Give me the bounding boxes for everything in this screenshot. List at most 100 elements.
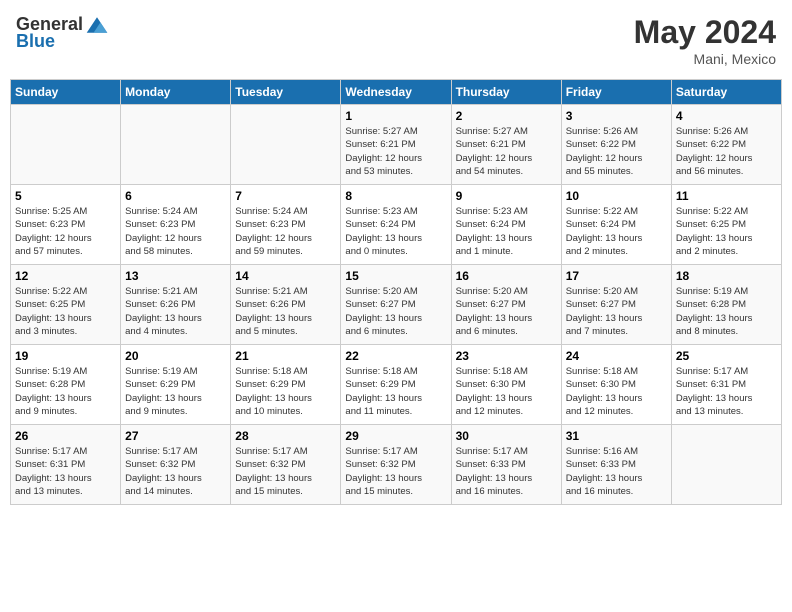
table-row: 15 Sunrise: 5:20 AMSunset: 6:27 PMDayligh… <box>341 265 451 345</box>
day-info: Sunrise: 5:23 AMSunset: 6:24 PMDaylight:… <box>345 205 446 258</box>
day-number: 14 <box>235 269 336 283</box>
day-info: Sunrise: 5:17 AMSunset: 6:31 PMDaylight:… <box>676 365 777 418</box>
table-row: 30 Sunrise: 5:17 AMSunset: 6:33 PMDayligh… <box>451 425 561 505</box>
day-number: 17 <box>566 269 667 283</box>
table-row <box>231 105 341 185</box>
title-block: May 2024 Mani, Mexico <box>634 14 776 67</box>
day-number: 8 <box>345 189 446 203</box>
day-number: 28 <box>235 429 336 443</box>
day-info: Sunrise: 5:20 AMSunset: 6:27 PMDaylight:… <box>456 285 557 338</box>
day-number: 23 <box>456 349 557 363</box>
table-row: 20 Sunrise: 5:19 AMSunset: 6:29 PMDayligh… <box>121 345 231 425</box>
day-info: Sunrise: 5:18 AMSunset: 6:29 PMDaylight:… <box>235 365 336 418</box>
table-row: 24 Sunrise: 5:18 AMSunset: 6:30 PMDayligh… <box>561 345 671 425</box>
calendar-header: Sunday Monday Tuesday Wednesday Thursday… <box>11 80 782 105</box>
table-row: 5 Sunrise: 5:25 AMSunset: 6:23 PMDaylight… <box>11 185 121 265</box>
day-info: Sunrise: 5:24 AMSunset: 6:23 PMDaylight:… <box>125 205 226 258</box>
header-tuesday: Tuesday <box>231 80 341 105</box>
table-row <box>11 105 121 185</box>
table-row: 14Sunrise: 5:21 AMSunset: 6:26 PMDayligh… <box>231 265 341 345</box>
day-info: Sunrise: 5:17 AMSunset: 6:32 PMDaylight:… <box>235 445 336 498</box>
weekday-header-row: Sunday Monday Tuesday Wednesday Thursday… <box>11 80 782 105</box>
table-row: 29 Sunrise: 5:17 AMSunset: 6:32 PMDayligh… <box>341 425 451 505</box>
table-row: 28 Sunrise: 5:17 AMSunset: 6:32 PMDayligh… <box>231 425 341 505</box>
day-number: 24 <box>566 349 667 363</box>
table-row: 7Sunrise: 5:24 AMSunset: 6:23 PMDaylight… <box>231 185 341 265</box>
day-info: Sunrise: 5:17 AMSunset: 6:32 PMDaylight:… <box>345 445 446 498</box>
table-row: 23 Sunrise: 5:18 AMSunset: 6:30 PMDayligh… <box>451 345 561 425</box>
day-info: Sunrise: 5:19 AMSunset: 6:29 PMDaylight:… <box>125 365 226 418</box>
table-row: 1Sunrise: 5:27 AMSunset: 6:21 PMDaylight… <box>341 105 451 185</box>
day-info: Sunrise: 5:16 AMSunset: 6:33 PMDaylight:… <box>566 445 667 498</box>
day-info: Sunrise: 5:26 AMSunset: 6:22 PMDaylight:… <box>676 125 777 178</box>
day-info: Sunrise: 5:19 AMSunset: 6:28 PMDaylight:… <box>676 285 777 338</box>
day-number: 31 <box>566 429 667 443</box>
table-row <box>671 425 781 505</box>
calendar-week-row: 12Sunrise: 5:22 AMSunset: 6:25 PMDayligh… <box>11 265 782 345</box>
table-row: 27 Sunrise: 5:17 AMSunset: 6:32 PMDayligh… <box>121 425 231 505</box>
day-number: 26 <box>15 429 116 443</box>
day-number: 6 <box>125 189 226 203</box>
day-info: Sunrise: 5:20 AMSunset: 6:27 PMDaylight:… <box>345 285 446 338</box>
day-info: Sunrise: 5:18 AMSunset: 6:30 PMDaylight:… <box>566 365 667 418</box>
day-number: 20 <box>125 349 226 363</box>
calendar-week-row: 1Sunrise: 5:27 AMSunset: 6:21 PMDaylight… <box>11 105 782 185</box>
day-number: 30 <box>456 429 557 443</box>
day-info: Sunrise: 5:20 AMSunset: 6:27 PMDaylight:… <box>566 285 667 338</box>
day-info: Sunrise: 5:22 AMSunset: 6:24 PMDaylight:… <box>566 205 667 258</box>
day-number: 25 <box>676 349 777 363</box>
header-wednesday: Wednesday <box>341 80 451 105</box>
day-number: 2 <box>456 109 557 123</box>
day-number: 3 <box>566 109 667 123</box>
calendar-body: 1Sunrise: 5:27 AMSunset: 6:21 PMDaylight… <box>11 105 782 505</box>
table-row: 18 Sunrise: 5:19 AMSunset: 6:28 PMDayligh… <box>671 265 781 345</box>
day-number: 7 <box>235 189 336 203</box>
day-info: Sunrise: 5:17 AMSunset: 6:33 PMDaylight:… <box>456 445 557 498</box>
day-info: Sunrise: 5:18 AMSunset: 6:29 PMDaylight:… <box>345 365 446 418</box>
day-number: 15 <box>345 269 446 283</box>
calendar-week-row: 5 Sunrise: 5:25 AMSunset: 6:23 PMDaylight… <box>11 185 782 265</box>
day-info: Sunrise: 5:22 AMSunset: 6:25 PMDaylight:… <box>676 205 777 258</box>
day-info: Sunrise: 5:17 AMSunset: 6:32 PMDaylight:… <box>125 445 226 498</box>
logo-blue: Blue <box>16 31 55 52</box>
table-row: 22 Sunrise: 5:18 AMSunset: 6:29 PMDayligh… <box>341 345 451 425</box>
logo: General Blue <box>16 14 109 52</box>
day-info: Sunrise: 5:25 AMSunset: 6:23 PMDaylight:… <box>15 205 116 258</box>
day-info: Sunrise: 5:18 AMSunset: 6:30 PMDaylight:… <box>456 365 557 418</box>
day-info: Sunrise: 5:26 AMSunset: 6:22 PMDaylight:… <box>566 125 667 178</box>
header-sunday: Sunday <box>11 80 121 105</box>
calendar-week-row: 26 Sunrise: 5:17 AMSunset: 6:31 PMDayligh… <box>11 425 782 505</box>
table-row: 11Sunrise: 5:22 AMSunset: 6:25 PMDayligh… <box>671 185 781 265</box>
day-number: 5 <box>15 189 116 203</box>
day-info: Sunrise: 5:19 AMSunset: 6:28 PMDaylight:… <box>15 365 116 418</box>
day-info: Sunrise: 5:27 AMSunset: 6:21 PMDaylight:… <box>456 125 557 178</box>
day-info: Sunrise: 5:17 AMSunset: 6:31 PMDaylight:… <box>15 445 116 498</box>
day-number: 13 <box>125 269 226 283</box>
day-number: 29 <box>345 429 446 443</box>
header-thursday: Thursday <box>451 80 561 105</box>
month-year-title: May 2024 <box>634 14 776 51</box>
header-saturday: Saturday <box>671 80 781 105</box>
day-number: 27 <box>125 429 226 443</box>
header-monday: Monday <box>121 80 231 105</box>
table-row: 12Sunrise: 5:22 AMSunset: 6:25 PMDayligh… <box>11 265 121 345</box>
day-number: 19 <box>15 349 116 363</box>
day-number: 22 <box>345 349 446 363</box>
table-row: 25 Sunrise: 5:17 AMSunset: 6:31 PMDayligh… <box>671 345 781 425</box>
day-info: Sunrise: 5:21 AMSunset: 6:26 PMDaylight:… <box>125 285 226 338</box>
table-row: 16 Sunrise: 5:20 AMSunset: 6:27 PMDayligh… <box>451 265 561 345</box>
day-info: Sunrise: 5:22 AMSunset: 6:25 PMDaylight:… <box>15 285 116 338</box>
day-info: Sunrise: 5:23 AMSunset: 6:24 PMDaylight:… <box>456 205 557 258</box>
day-number: 16 <box>456 269 557 283</box>
page-header: General Blue May 2024 Mani, Mexico <box>10 10 782 71</box>
table-row: 13 Sunrise: 5:21 AMSunset: 6:26 PMDayligh… <box>121 265 231 345</box>
table-row: 2 Sunrise: 5:27 AMSunset: 6:21 PMDaylight… <box>451 105 561 185</box>
day-number: 21 <box>235 349 336 363</box>
table-row <box>121 105 231 185</box>
day-number: 4 <box>676 109 777 123</box>
day-number: 18 <box>676 269 777 283</box>
day-number: 9 <box>456 189 557 203</box>
table-row: 8 Sunrise: 5:23 AMSunset: 6:24 PMDaylight… <box>341 185 451 265</box>
table-row: 19 Sunrise: 5:19 AMSunset: 6:28 PMDayligh… <box>11 345 121 425</box>
location-subtitle: Mani, Mexico <box>634 51 776 67</box>
